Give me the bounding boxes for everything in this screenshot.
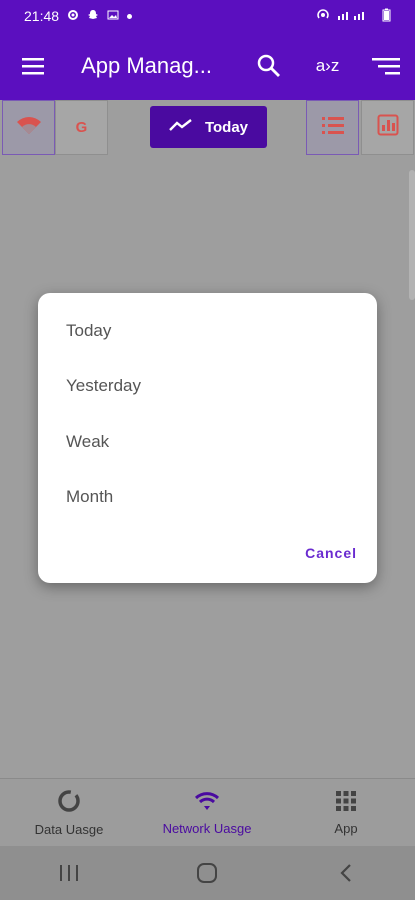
menu-icon[interactable] (0, 32, 66, 100)
snapchat-icon (87, 8, 99, 24)
app-toolbar: App Manag... a›z (0, 32, 415, 100)
g-label: G (75, 119, 88, 136)
g-filter-toggle[interactable]: G (55, 100, 108, 155)
option-today[interactable]: Today (66, 321, 111, 341)
page-title: App Manag... (81, 53, 212, 78)
list-icon (321, 115, 345, 140)
chart-view-toggle[interactable] (361, 100, 414, 155)
home-icon[interactable] (177, 846, 237, 900)
image-icon (107, 8, 119, 24)
system-navigation-bar (0, 846, 415, 900)
nav-data-usage-label: Data Uasge (34, 822, 104, 837)
search-icon[interactable] (240, 32, 298, 100)
nav-network-usage-label: Network Uasge (162, 821, 252, 836)
nav-network-usage[interactable]: Network Uasge (138, 779, 276, 847)
trend-line-icon (169, 118, 193, 136)
status-bar: 21:48 (0, 0, 415, 32)
status-time: 21:48 (24, 8, 60, 24)
grid-icon (335, 790, 357, 815)
date-range-dialog: Today Yesterday Weak Month Cancel (38, 293, 377, 583)
option-week[interactable]: Weak (66, 432, 109, 452)
back-icon[interactable] (316, 846, 376, 900)
wifi-icon (15, 114, 43, 141)
wifi-signal-icon (194, 790, 220, 815)
option-yesterday[interactable]: Yesterday (66, 376, 141, 396)
option-month[interactable]: Month (66, 487, 113, 507)
battery-icon (382, 8, 391, 25)
bottom-navigation: Data Uasge Network Uasge App (0, 778, 415, 846)
bar-chart-icon (377, 114, 399, 141)
hotspot-icon (316, 8, 330, 25)
recent-apps-icon[interactable] (39, 846, 99, 900)
filter-sort-icon[interactable] (357, 32, 415, 100)
nav-app[interactable]: App (277, 779, 415, 847)
filter-row: G Today (0, 100, 415, 156)
scrollbar[interactable] (409, 170, 415, 300)
list-view-toggle[interactable] (306, 100, 359, 155)
sort-az-button[interactable]: a›z (298, 32, 356, 100)
donut-icon (57, 789, 81, 816)
wifi-filter-toggle[interactable] (2, 100, 55, 155)
notification-dot-icon (127, 13, 133, 19)
cancel-button[interactable]: Cancel (305, 545, 357, 561)
date-range-label: Today (204, 118, 249, 136)
settings-gear-icon (67, 8, 79, 24)
nav-data-usage[interactable]: Data Uasge (0, 779, 138, 847)
date-range-button[interactable]: Today (150, 106, 267, 148)
signal-icon (336, 9, 376, 24)
nav-app-label: App (334, 821, 358, 836)
